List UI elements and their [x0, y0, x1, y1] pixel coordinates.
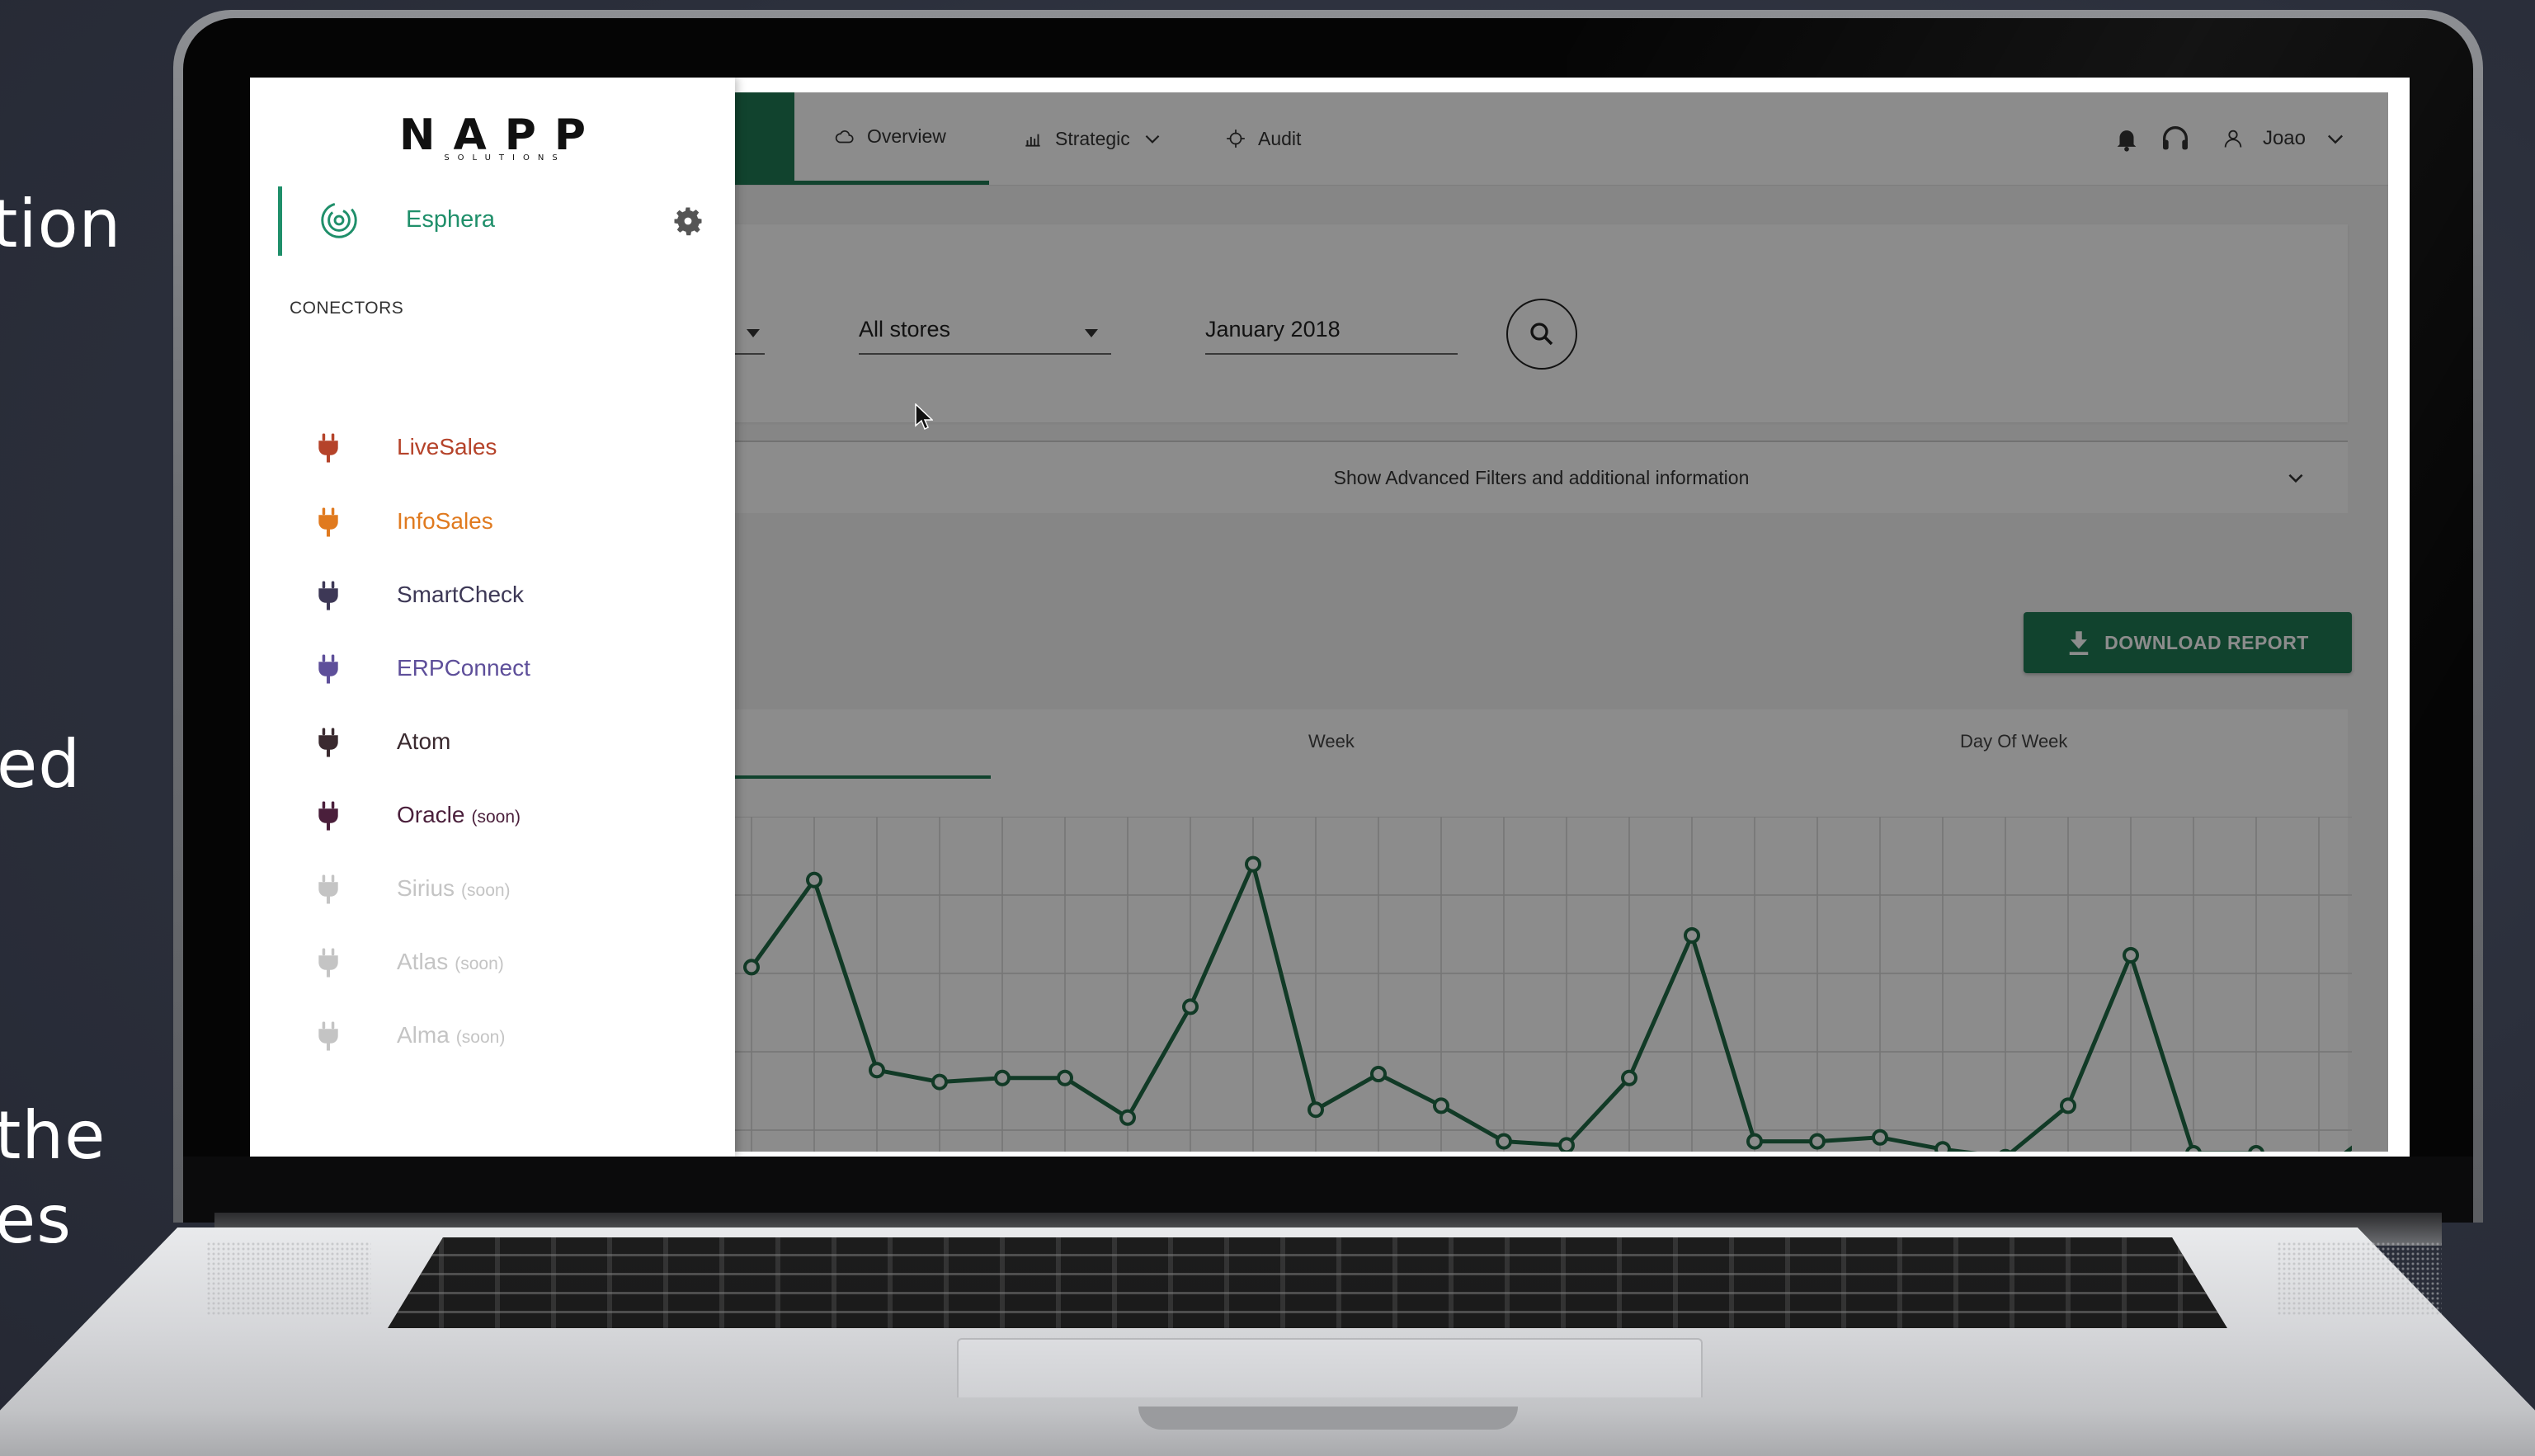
connector-name: Oracle	[397, 802, 465, 827]
plug-icon	[318, 728, 338, 757]
connector-name: LiveSales	[397, 434, 497, 459]
connector-label: Sirius (soon)	[397, 875, 511, 902]
connector-label: Oracle (soon)	[397, 802, 521, 828]
connector-name: Atom	[397, 728, 451, 754]
plug-icon	[318, 801, 338, 831]
connector-name: Alma	[397, 1022, 450, 1048]
connector-item[interactable]: SmartCheck	[250, 570, 735, 620]
connector-item[interactable]: Atom	[250, 717, 735, 766]
connector-name: SmartCheck	[397, 582, 525, 607]
logo-sub: SOLUTIONS	[444, 153, 566, 163]
plug-icon	[318, 874, 338, 904]
plug-icon	[318, 1021, 338, 1051]
connector-soon-badge: (soon)	[455, 1028, 506, 1047]
connector-item[interactable]: Sirius (soon)	[250, 864, 735, 913]
connector-name: ERPConnect	[397, 655, 530, 681]
mouse-cursor-icon	[915, 403, 933, 431]
background-text-4: es	[0, 1181, 72, 1258]
gear-icon[interactable]	[670, 203, 706, 239]
connector-label: Atlas (soon)	[397, 949, 504, 975]
trackpad	[957, 1338, 1703, 1397]
connector-item[interactable]: ERPConnect	[250, 643, 735, 693]
app-name: Esphera	[406, 206, 496, 233]
connector-label: Alma (soon)	[397, 1022, 505, 1048]
spiral-icon	[321, 202, 357, 238]
speaker-right	[2277, 1242, 2442, 1316]
connectors-drawer: NAPP SOLUTIONS Esphera CONECTORS LiveSal…	[250, 78, 735, 1157]
connector-item[interactable]: Atlas (soon)	[250, 937, 735, 987]
plug-icon	[318, 654, 338, 684]
connector-soon-badge: (soon)	[471, 808, 521, 827]
plug-icon	[318, 507, 338, 537]
logo-main: NAPP	[399, 111, 604, 160]
connector-item[interactable]: Oracle (soon)	[250, 790, 735, 840]
speaker-left	[206, 1242, 371, 1316]
background-text-1: tion	[0, 186, 122, 262]
connectors-section-title: CONECTORS	[290, 299, 404, 318]
background-text-2: ed	[0, 726, 81, 803]
plug-icon	[318, 581, 338, 610]
plug-icon	[318, 948, 338, 978]
connector-name: Sirius	[397, 875, 455, 901]
keyboard-rows	[388, 1237, 2227, 1328]
app-entry-esphera[interactable]: Esphera	[278, 186, 711, 256]
laptop-notch	[1138, 1407, 1518, 1430]
screen: Overview Strategic Audit Joao All stores…	[250, 78, 2410, 1157]
connector-item[interactable]: InfoSales	[250, 497, 735, 546]
background-text-3: the	[0, 1097, 106, 1174]
plug-icon	[318, 433, 338, 463]
connector-name: InfoSales	[397, 508, 493, 534]
connector-soon-badge: (soon)	[461, 881, 511, 900]
connector-item[interactable]: Alma (soon)	[250, 1011, 735, 1060]
connector-soon-badge: (soon)	[455, 954, 504, 973]
dim-overlay[interactable]	[735, 92, 2388, 1152]
connector-name: Atlas	[397, 949, 449, 974]
connector-item[interactable]: LiveSales	[250, 422, 735, 472]
napp-logo: NAPP SOLUTIONS	[250, 111, 735, 163]
